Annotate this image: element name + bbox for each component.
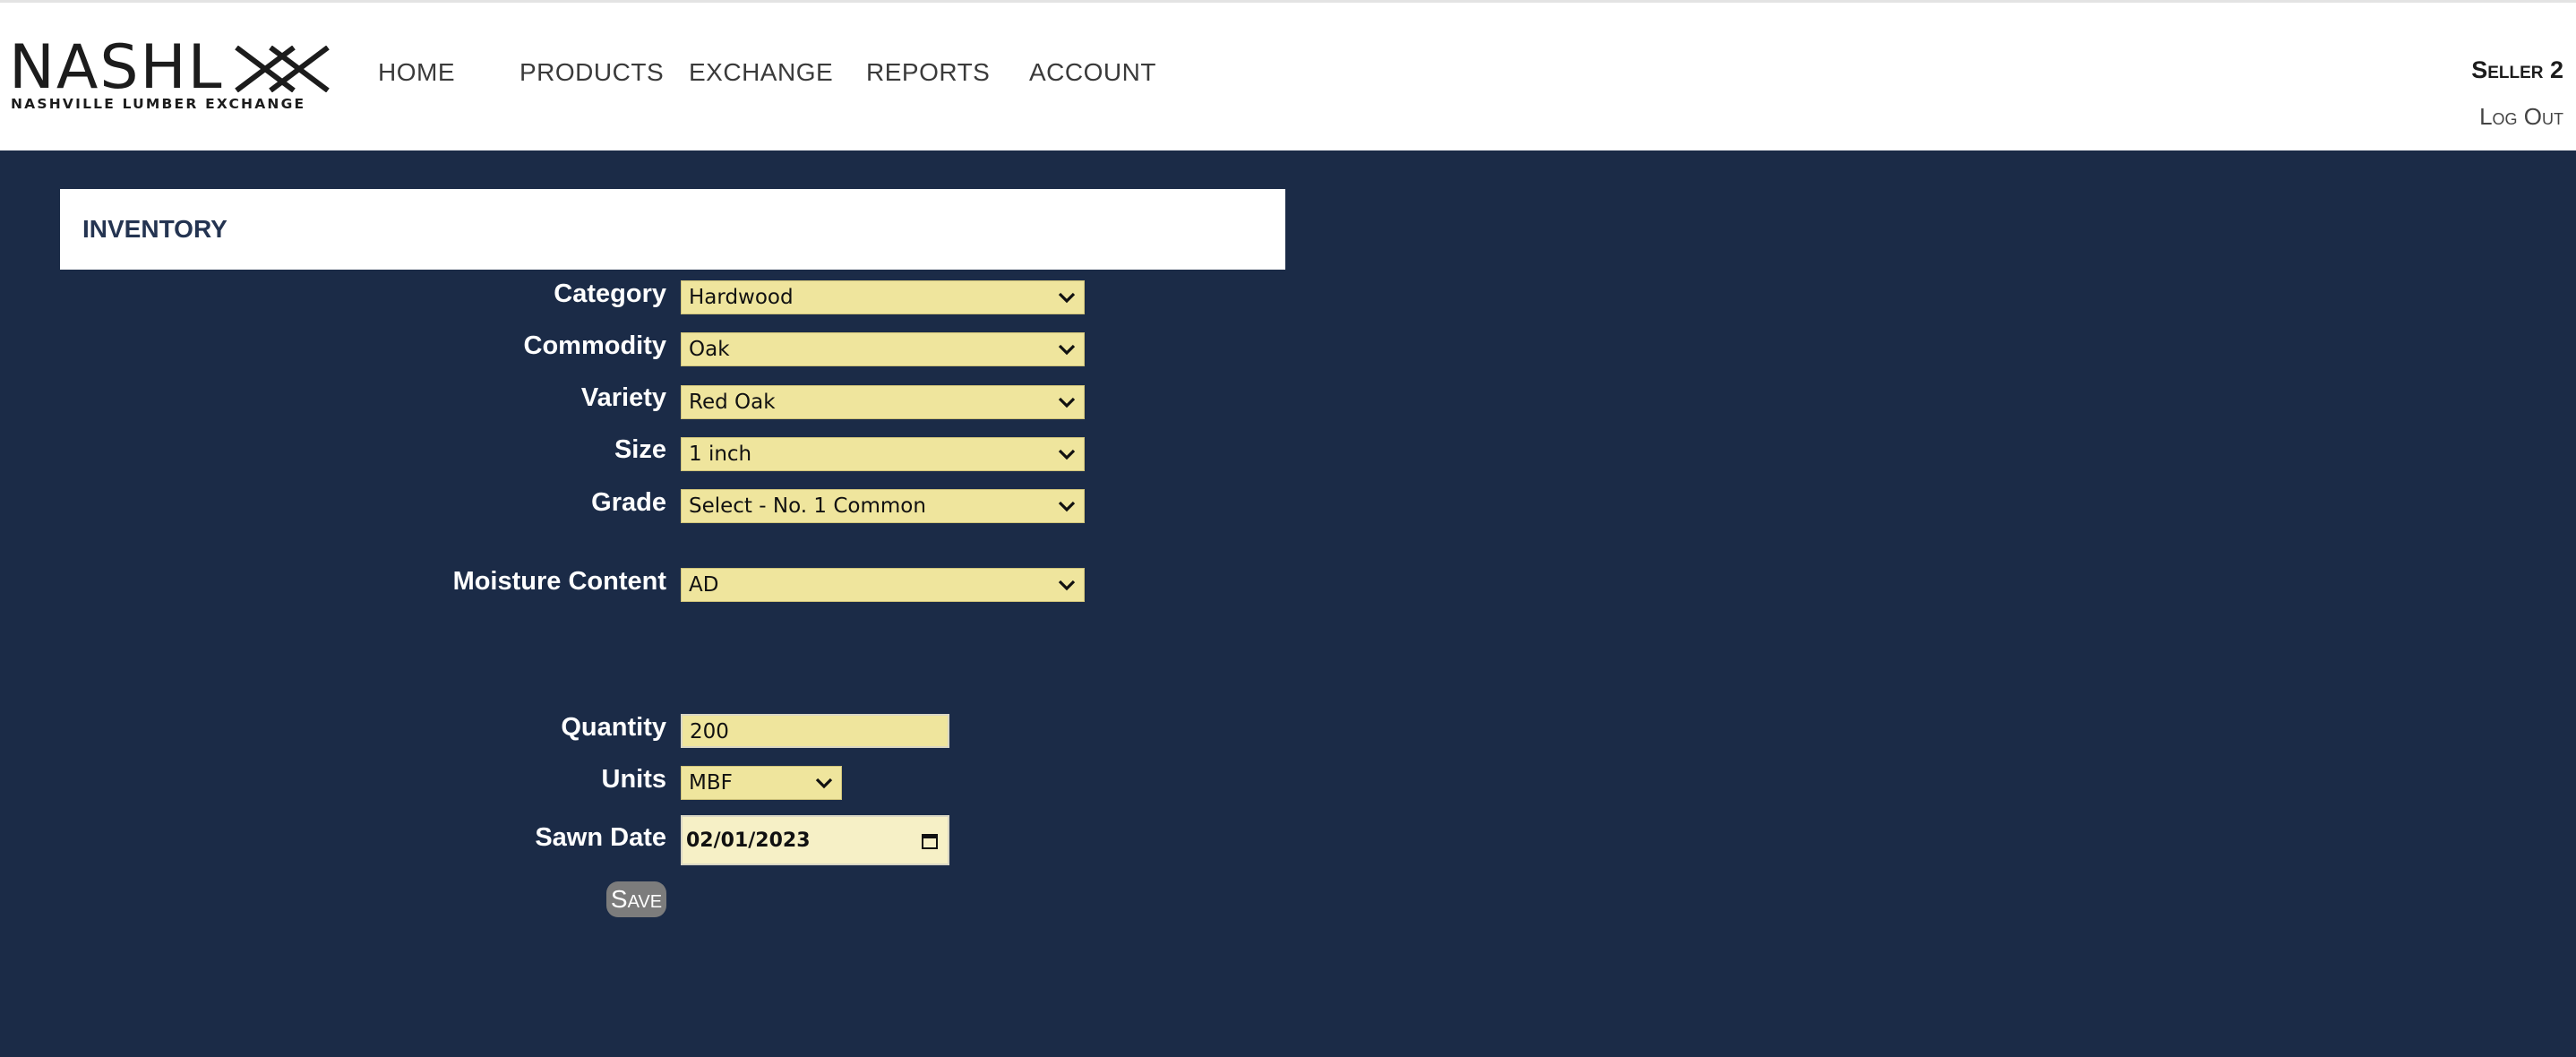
sawn-date-input[interactable]: 02/01/2023 xyxy=(681,815,949,865)
chevron-down-icon xyxy=(1058,580,1076,591)
sawn-date-value: 02/01/2023 xyxy=(686,829,811,852)
current-user-name: Seller 2 xyxy=(2471,56,2563,83)
units-value: MBF xyxy=(689,771,733,795)
nashlx-logo[interactable]: NASHL NASHVILLE LUMBER EXCHANGE xyxy=(9,32,349,112)
chevron-down-icon xyxy=(1058,449,1076,460)
logo-double-x-mark xyxy=(235,46,330,92)
site-header: NASHL NASHVILLE LUMBER EXCHANGE HOME PRO… xyxy=(0,3,2576,150)
logout-link[interactable]: Log Out xyxy=(2479,103,2563,131)
quantity-label: Quantity xyxy=(561,713,666,742)
chevron-down-icon xyxy=(1058,292,1076,304)
chevron-down-icon xyxy=(1058,344,1076,356)
sawn-date-label: Sawn Date xyxy=(535,823,666,852)
moisture-content-label: Moisture Content xyxy=(452,567,666,596)
variety-value: Red Oak xyxy=(689,391,776,414)
category-select[interactable]: Hardwood xyxy=(681,280,1085,314)
nav-exchange[interactable]: EXCHANGE xyxy=(689,58,833,87)
moisture-content-select[interactable]: AD xyxy=(681,568,1085,602)
logo-subtitle: NASHVILLE LUMBER EXCHANGE xyxy=(11,96,306,112)
units-label: Units xyxy=(601,765,667,794)
commodity-value: Oak xyxy=(689,338,730,361)
size-label: Size xyxy=(614,435,666,464)
commodity-label: Commodity xyxy=(523,331,667,360)
quantity-value: 200 xyxy=(690,720,729,743)
variety-select[interactable]: Red Oak xyxy=(681,385,1085,419)
quantity-input[interactable]: 200 xyxy=(681,714,949,748)
category-label: Category xyxy=(554,279,666,308)
save-button[interactable]: Save xyxy=(606,881,666,917)
grade-label: Grade xyxy=(591,488,666,517)
inventory-panel-title: INVENTORY xyxy=(60,189,1285,270)
nav-home[interactable]: HOME xyxy=(378,58,455,87)
calendar-icon[interactable] xyxy=(921,832,939,850)
size-select[interactable]: 1 inch xyxy=(681,437,1085,471)
chevron-down-icon xyxy=(1058,397,1076,408)
moisture-content-value: AD xyxy=(689,573,719,597)
grade-select[interactable]: Select - No. 1 Common xyxy=(681,489,1085,523)
size-value: 1 inch xyxy=(689,443,752,466)
units-select[interactable]: MBF xyxy=(681,766,842,800)
nav-account[interactable]: ACCOUNT xyxy=(1029,58,1156,87)
nav-reports[interactable]: REPORTS xyxy=(866,58,990,87)
variety-label: Variety xyxy=(580,383,666,412)
grade-value: Select - No. 1 Common xyxy=(689,494,926,518)
category-value: Hardwood xyxy=(689,286,794,309)
logo-wordmark: NASHL xyxy=(9,32,224,103)
nav-products[interactable]: PRODUCTS xyxy=(519,58,664,87)
chevron-down-icon xyxy=(1058,501,1076,512)
chevron-down-icon xyxy=(815,778,833,789)
commodity-select[interactable]: Oak xyxy=(681,332,1085,366)
